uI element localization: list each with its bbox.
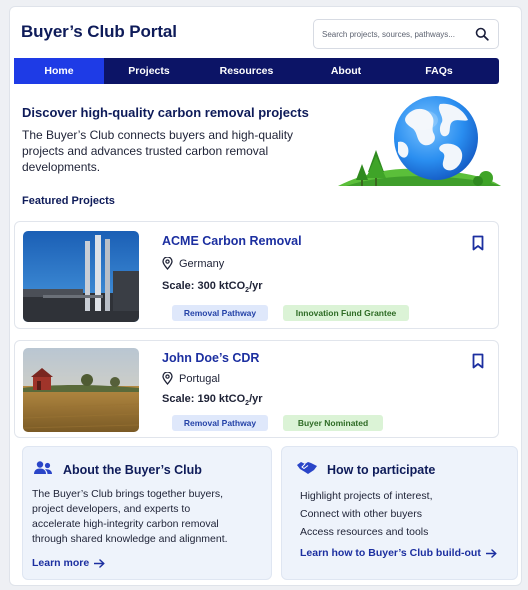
project-card-acme[interactable]: ACME Carbon Removal Germany Scale: 300 k… bbox=[14, 221, 499, 329]
participate-step: Connect with other buyers bbox=[300, 508, 422, 520]
bookmark-icon[interactable] bbox=[472, 353, 484, 369]
participate-box: How to participate Highlight projects of… bbox=[281, 446, 518, 580]
about-line: project developers, and experts to bbox=[32, 503, 191, 515]
project-location: Portugal bbox=[162, 372, 220, 385]
about-line: through shared knowledge and alignment. bbox=[32, 533, 228, 545]
about-line: accelerate high-integrity carbon removal bbox=[32, 518, 219, 530]
tag-removal-pathway[interactable]: Removal Pathway bbox=[172, 415, 268, 431]
hero-title: Discover high-quality carbon removal pro… bbox=[22, 105, 309, 120]
featured-projects-heading: Featured Projects bbox=[22, 195, 115, 207]
scale-prefix: Scale: 300 ktCO bbox=[162, 280, 246, 292]
search-icon[interactable] bbox=[475, 27, 489, 41]
about-box: About the Buyer’s Club The Buyer’s Club … bbox=[22, 446, 272, 580]
location-pin-icon bbox=[162, 372, 173, 385]
participate-link-label[interactable]: Learn how to Buyer’s Club build-out bbox=[300, 547, 481, 559]
tag-removal-pathway[interactable]: Removal Pathway bbox=[172, 305, 268, 321]
app-title: Buyer’s Club Portal bbox=[21, 22, 177, 41]
participate-step: Highlight projects of interest, bbox=[300, 490, 433, 502]
scale-prefix: Scale: 190 ktCO bbox=[162, 393, 246, 405]
hero-description: The Buyer’s Club connects buyers and hig… bbox=[22, 128, 294, 174]
about-line: The Buyer’s Club brings together buyers, bbox=[32, 488, 224, 500]
nav-resources[interactable]: Resources bbox=[194, 58, 299, 84]
project-name[interactable]: ACME Carbon Removal bbox=[162, 234, 302, 248]
arrow-right-icon[interactable] bbox=[485, 548, 497, 558]
handshake-icon bbox=[297, 462, 317, 474]
arrow-right-icon[interactable] bbox=[94, 558, 105, 568]
nav-about[interactable]: About bbox=[299, 58, 393, 84]
project-image-farmland bbox=[23, 348, 139, 432]
project-scale: Scale: 300 ktCO2/yr bbox=[162, 280, 263, 294]
project-location-text: Portugal bbox=[179, 372, 220, 385]
nav-projects[interactable]: Projects bbox=[104, 58, 194, 84]
learn-more-label[interactable]: Learn more bbox=[32, 557, 89, 569]
project-name[interactable]: John Doe’s CDR bbox=[162, 351, 259, 365]
nav-faqs[interactable]: FAQs bbox=[393, 58, 485, 84]
project-image-industrial bbox=[23, 231, 139, 322]
about-title: About the Buyer’s Club bbox=[63, 463, 202, 477]
location-pin-icon bbox=[162, 257, 173, 270]
search-box[interactable] bbox=[313, 19, 499, 49]
users-icon bbox=[34, 461, 52, 474]
participate-link[interactable]: Learn how to Buyer’s Club build-out bbox=[300, 547, 497, 559]
project-location: Germany bbox=[162, 257, 224, 270]
participate-step: Access resources and tools bbox=[300, 526, 429, 538]
project-scale: Scale: 190 ktCO2/yr bbox=[162, 393, 263, 407]
tag-buyer-nominated[interactable]: Buyer Nominated bbox=[283, 415, 383, 431]
scale-suffix: /yr bbox=[249, 393, 263, 405]
main-nav: Home Projects Resources About FAQs bbox=[14, 58, 499, 84]
learn-more-link[interactable]: Learn more bbox=[32, 557, 105, 569]
participate-title: How to participate bbox=[327, 463, 436, 477]
scale-suffix: /yr bbox=[249, 280, 263, 292]
about-description: The Buyer’s Club brings together buyers,… bbox=[32, 487, 228, 547]
project-card-john-doe[interactable]: John Doe’s CDR Portugal Scale: 190 ktCO2… bbox=[14, 340, 499, 438]
tag-innovation-fund-grantee[interactable]: Innovation Fund Grantee bbox=[283, 305, 409, 321]
project-location-text: Germany bbox=[179, 257, 225, 270]
nav-home[interactable]: Home bbox=[14, 58, 104, 84]
search-input[interactable] bbox=[322, 20, 472, 48]
bookmark-icon[interactable] bbox=[472, 235, 484, 251]
participate-steps: Highlight projects of interest, Connect … bbox=[300, 487, 432, 541]
globe-illustration bbox=[338, 96, 501, 186]
